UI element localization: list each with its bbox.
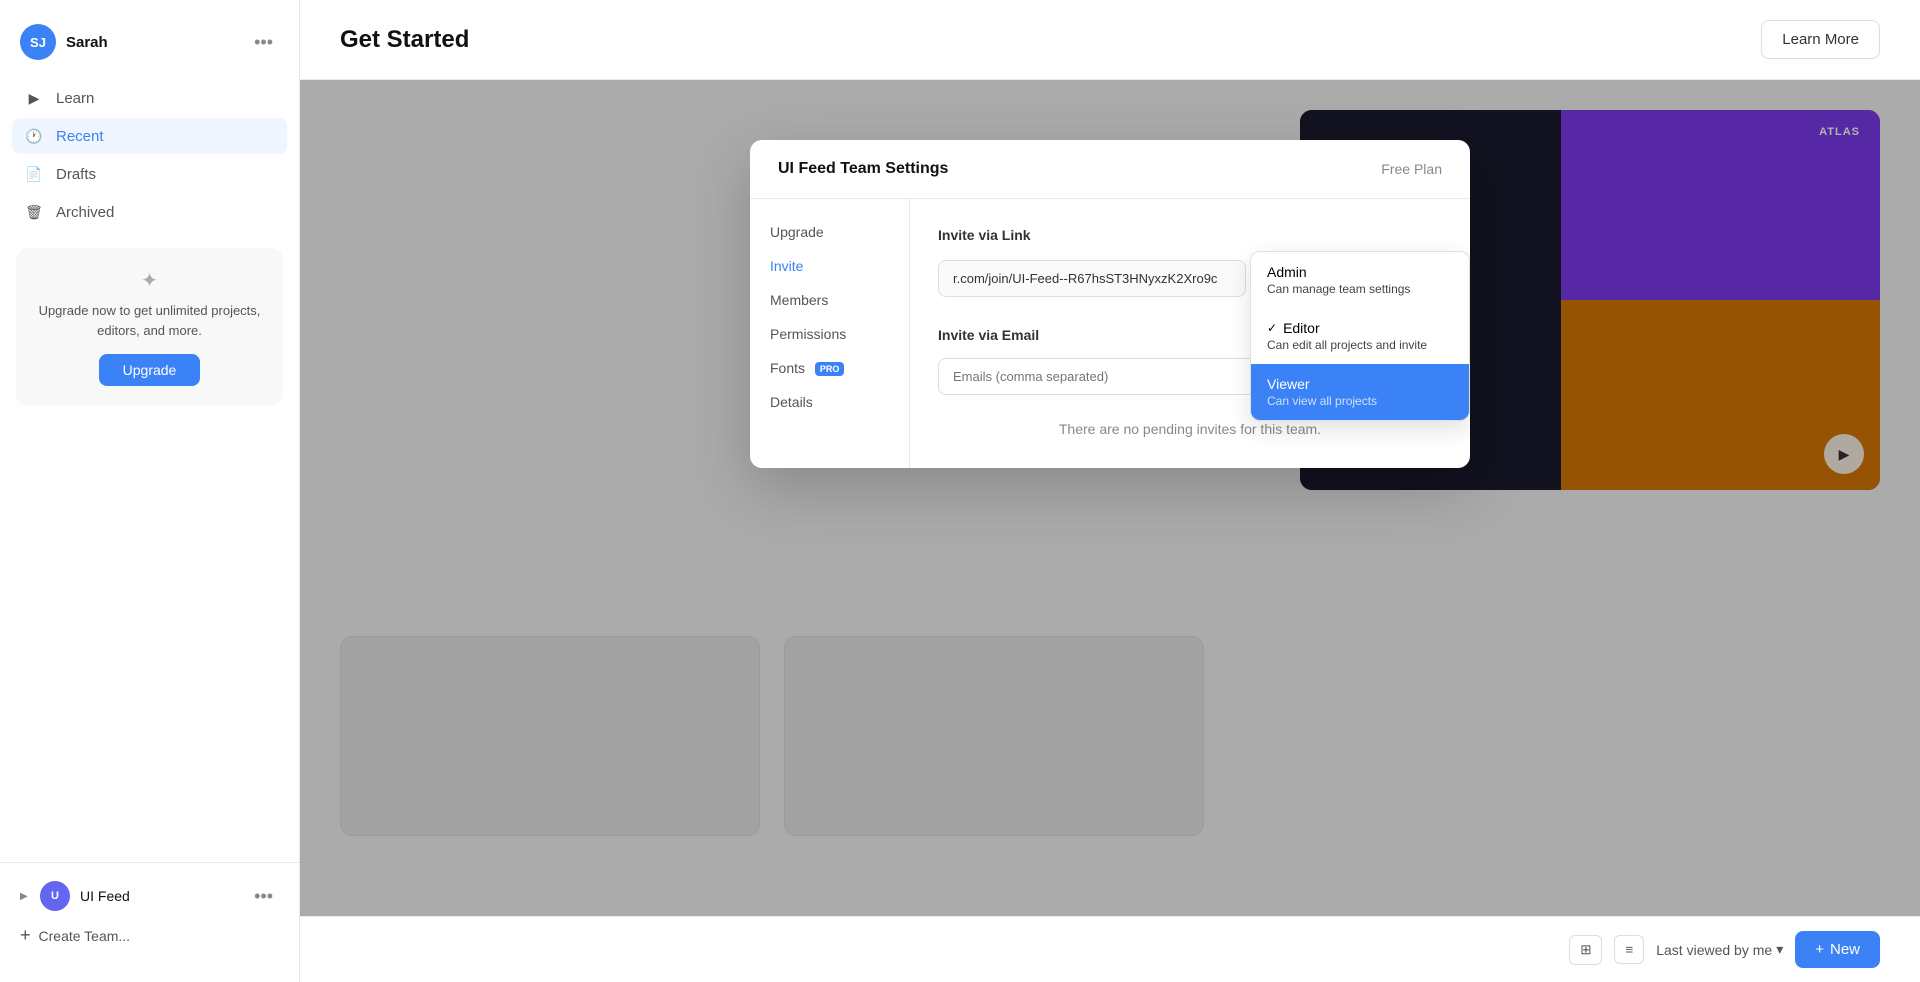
- modal-title: UI Feed Team Settings: [778, 160, 948, 178]
- plus-icon: +: [20, 925, 31, 946]
- pro-badge: PRO: [815, 362, 845, 376]
- sidebar-item-recent[interactable]: 🕐 Recent: [12, 118, 287, 154]
- modal-body: Upgrade Invite Members Permissions Fonts…: [750, 199, 1470, 468]
- modal-nav-fonts[interactable]: Fonts PRO: [750, 351, 909, 385]
- check-icon: ✓: [1267, 321, 1277, 335]
- modal-nav-permissions[interactable]: Permissions: [750, 317, 909, 351]
- modal-nav-details[interactable]: Details: [750, 385, 909, 419]
- recent-icon: 🕐: [24, 126, 44, 146]
- email-input[interactable]: [938, 358, 1278, 395]
- modal-nav-members[interactable]: Members: [750, 283, 909, 317]
- sidebar-header: SJ Sarah •••: [0, 16, 299, 76]
- team-avatar: U: [40, 881, 70, 911]
- user-profile[interactable]: SJ Sarah: [20, 24, 108, 60]
- main-content: Get Started Learn More ATLAS ▶ U: [300, 0, 1920, 982]
- dropdown-item-viewer[interactable]: Viewer Can view all projects: [1251, 364, 1469, 420]
- learn-icon: ▶: [24, 88, 44, 108]
- list-view-button[interactable]: ≡: [1614, 935, 1644, 964]
- expand-icon: ▶: [20, 891, 30, 902]
- upgrade-text: Upgrade now to get unlimited projects, e…: [32, 301, 267, 340]
- sidebar-item-learn[interactable]: ▶ Learn: [12, 80, 287, 116]
- team-name: UI Feed: [80, 888, 130, 904]
- invite-link-section-label: Invite via Link: [938, 227, 1442, 243]
- create-team-button[interactable]: + Create Team...: [20, 917, 279, 954]
- modal-nav-invite[interactable]: Invite: [750, 249, 909, 283]
- team-menu-button[interactable]: •••: [248, 882, 279, 911]
- plus-icon: +: [1815, 941, 1824, 958]
- no-invites-text: There are no pending invites for this te…: [938, 419, 1442, 440]
- grid-view-button[interactable]: ⊞: [1569, 935, 1602, 965]
- user-menu-button[interactable]: •••: [248, 28, 279, 57]
- topbar: Get Started Learn More: [300, 0, 1920, 80]
- content-area: ATLAS ▶ UI Feed Team Settings Free Plan …: [300, 80, 1920, 916]
- sidebar-item-label-learn: Learn: [56, 90, 94, 107]
- viewer-title: Viewer: [1267, 376, 1453, 392]
- sidebar-item-label-archived: Archived: [56, 204, 114, 221]
- team-settings-modal: UI Feed Team Settings Free Plan Upgrade …: [750, 140, 1470, 468]
- sort-chevron-icon: ▾: [1776, 941, 1783, 958]
- modal-header: UI Feed Team Settings Free Plan: [750, 140, 1470, 199]
- page-title: Get Started: [340, 26, 469, 54]
- team-left: ▶ U UI Feed: [20, 881, 130, 911]
- new-button[interactable]: + New: [1795, 931, 1880, 968]
- modal-nav-upgrade[interactable]: Upgrade: [750, 215, 909, 249]
- username: Sarah: [66, 34, 108, 51]
- toolbar-right: ⊞ ≡ Last viewed by me ▾ + New: [1569, 931, 1880, 968]
- upgrade-box: ✦ Upgrade now to get unlimited projects,…: [16, 248, 283, 406]
- sort-button[interactable]: Last viewed by me ▾: [1656, 941, 1783, 958]
- sidebar-item-label-recent: Recent: [56, 128, 104, 145]
- modal-plan: Free Plan: [1381, 161, 1442, 177]
- sidebar-item-drafts[interactable]: 📄 Drafts: [12, 156, 287, 192]
- invite-link-input[interactable]: [938, 260, 1246, 297]
- editor-title: ✓ Editor: [1267, 320, 1453, 336]
- dropdown-item-editor[interactable]: ✓ Editor Can edit all projects and invit…: [1251, 308, 1469, 364]
- new-label: New: [1830, 941, 1860, 958]
- sidebar-item-label-drafts: Drafts: [56, 166, 96, 183]
- admin-title: Admin: [1267, 264, 1453, 280]
- content-footer: ⊞ ≡ Last viewed by me ▾ + New: [300, 916, 1920, 982]
- upgrade-button[interactable]: Upgrade: [99, 354, 201, 386]
- sidebar-item-archived[interactable]: 🗑 Archived: [12, 194, 287, 230]
- upgrade-star-icon: ✦: [32, 268, 267, 293]
- viewer-desc: Can view all projects: [1267, 394, 1453, 408]
- modal-sidebar-nav: Upgrade Invite Members Permissions Fonts…: [750, 199, 910, 468]
- avatar: SJ: [20, 24, 56, 60]
- sidebar: SJ Sarah ••• ▶ Learn 🕐 Recent 📄 Drafts 🗑…: [0, 0, 300, 982]
- admin-desc: Can manage team settings: [1267, 282, 1453, 296]
- learn-more-button[interactable]: Learn More: [1761, 20, 1880, 59]
- sidebar-bottom: ▶ U UI Feed ••• + Create Team...: [0, 862, 299, 966]
- dropdown-item-admin[interactable]: Admin Can manage team settings: [1251, 252, 1469, 308]
- role-dropdown-menu: Admin Can manage team settings ✓ Editor …: [1250, 251, 1470, 421]
- sort-label: Last viewed by me: [1656, 942, 1772, 958]
- fonts-label: Fonts: [770, 360, 805, 376]
- archived-icon: 🗑: [24, 202, 44, 222]
- editor-desc: Can edit all projects and invite: [1267, 338, 1453, 352]
- create-team-label: Create Team...: [39, 928, 131, 944]
- team-row[interactable]: ▶ U UI Feed •••: [20, 875, 279, 917]
- modal-main: Invite via Link Editor ↻ Copy Invite via…: [910, 199, 1470, 468]
- modal-overlay[interactable]: UI Feed Team Settings Free Plan Upgrade …: [300, 80, 1920, 916]
- drafts-icon: 📄: [24, 164, 44, 184]
- main-nav: ▶ Learn 🕐 Recent 📄 Drafts 🗑 Archived: [0, 76, 299, 236]
